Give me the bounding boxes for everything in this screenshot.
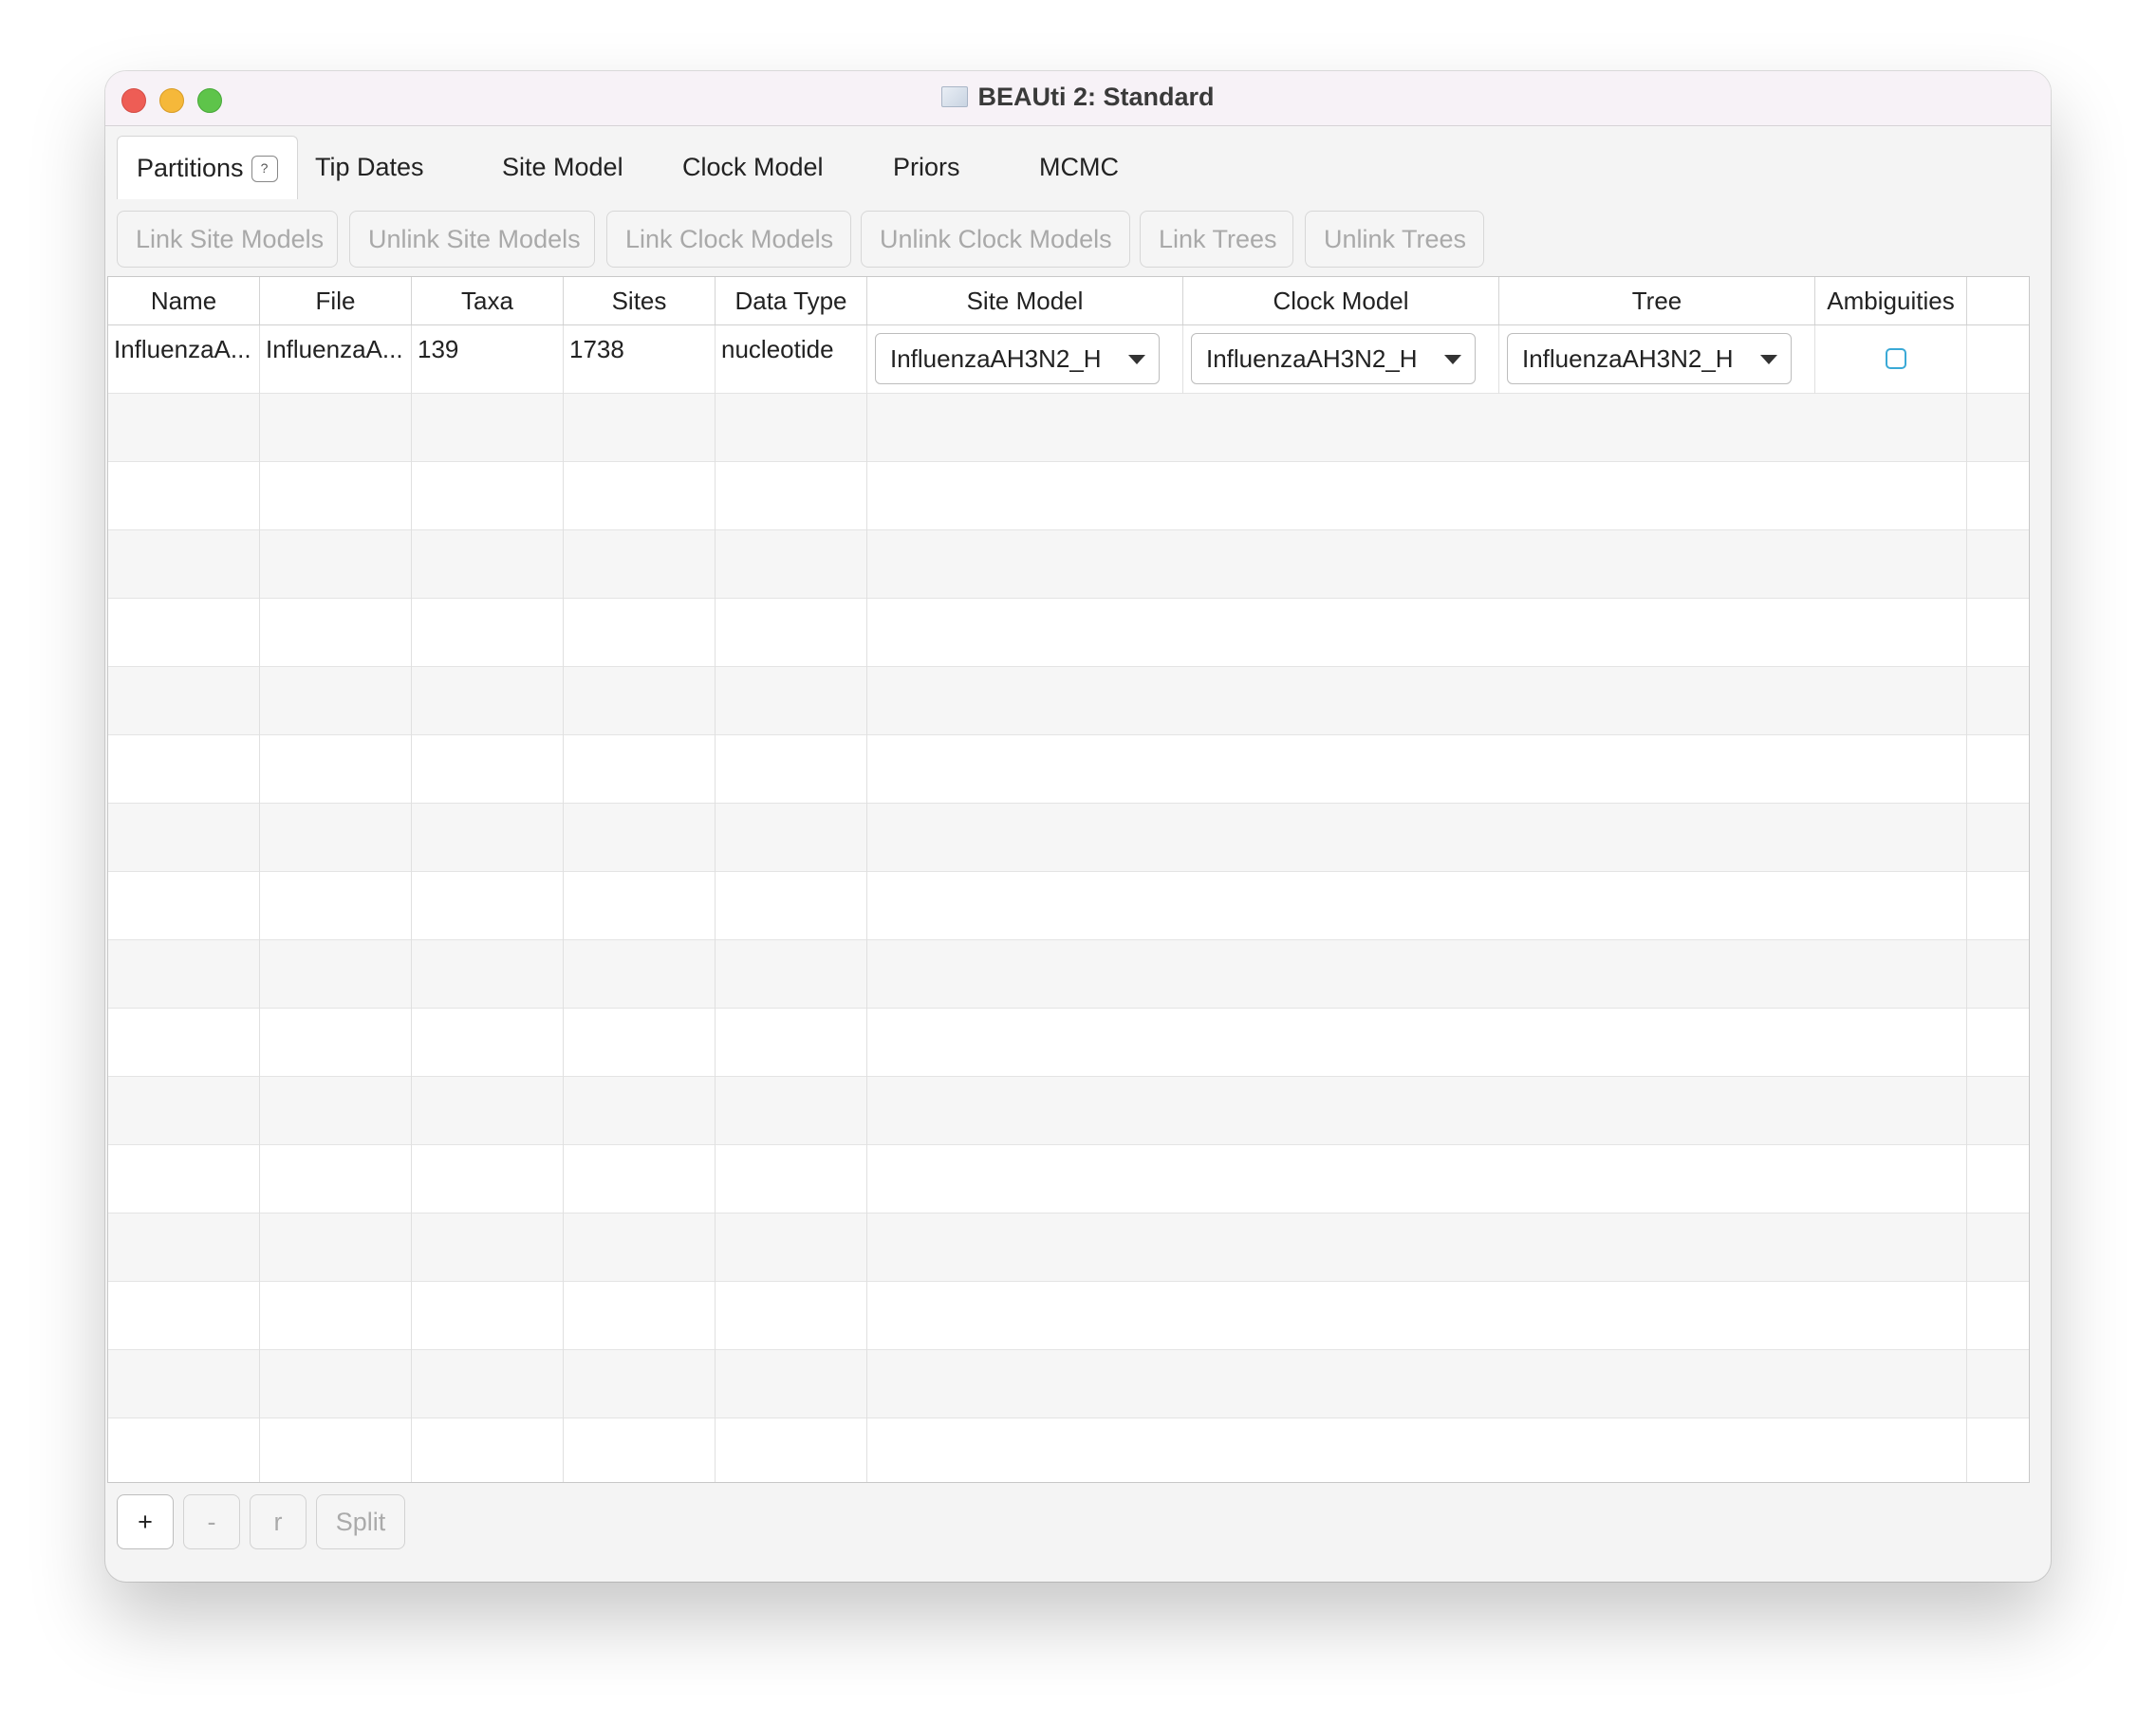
add-partition-button[interactable]: +: [117, 1494, 174, 1549]
chevron-down-icon: [1760, 355, 1777, 364]
link-site-models-button[interactable]: Link Site Models: [117, 211, 338, 268]
chevron-down-icon: [1128, 355, 1145, 364]
empty-row: [108, 462, 2029, 530]
empty-row: [108, 735, 2029, 804]
empty-row: [108, 1350, 2029, 1418]
empty-row: [108, 804, 2029, 872]
unlink-trees-button[interactable]: Unlink Trees: [1305, 211, 1484, 268]
column-divider: [1966, 324, 1967, 1482]
header-sites[interactable]: Sites: [564, 277, 716, 324]
empty-row: [108, 872, 2029, 940]
link-trees-button[interactable]: Link Trees: [1140, 211, 1293, 268]
empty-row: [108, 1418, 2029, 1482]
header-tree[interactable]: Tree: [1499, 277, 1815, 324]
empty-row: [108, 1077, 2029, 1145]
empty-row: [108, 1214, 2029, 1282]
clock-model-value: InfluenzaAH3N2_H: [1206, 344, 1418, 373]
empty-row: [108, 599, 2029, 667]
column-divider: [1814, 325, 1815, 394]
tab-partitions-label: Partitions: [137, 154, 244, 182]
chevron-down-icon: [1444, 355, 1461, 364]
empty-row: [108, 394, 2029, 462]
cell-sites[interactable]: 1738: [564, 325, 716, 394]
title-bar: BEAUti 2: Standard: [105, 71, 2051, 126]
tree-value: InfluenzaAH3N2_H: [1522, 344, 1734, 373]
empty-row: [108, 1009, 2029, 1077]
header-name[interactable]: Name: [108, 277, 260, 324]
clock-model-combo[interactable]: InfluenzaAH3N2_H: [1191, 333, 1476, 384]
header-taxa[interactable]: Taxa: [412, 277, 564, 324]
tab-priors[interactable]: Priors: [893, 136, 960, 198]
tab-tip-dates[interactable]: Tip Dates: [315, 136, 424, 198]
tab-site-model[interactable]: Site Model: [502, 136, 623, 198]
tab-clock-model[interactable]: Clock Model: [682, 136, 824, 198]
column-divider: [411, 324, 412, 1482]
header-ambiguities[interactable]: Ambiguities: [1815, 277, 1967, 324]
site-model-combo[interactable]: InfluenzaAH3N2_H: [875, 333, 1160, 384]
split-button[interactable]: Split: [316, 1494, 405, 1549]
tab-mcmc[interactable]: MCMC: [1039, 136, 1119, 198]
r-button[interactable]: r: [250, 1494, 307, 1549]
column-divider: [866, 324, 867, 1482]
column-divider: [1182, 325, 1183, 394]
header-data-type[interactable]: Data Type: [716, 277, 867, 324]
cell-data-type[interactable]: nucleotide: [716, 325, 867, 394]
header-filler: [1967, 277, 2029, 324]
table-row[interactable]: InfluenzaA... InfluenzaA... 139 1738 nuc…: [108, 325, 2029, 394]
unlink-clock-models-button[interactable]: Unlink Clock Models: [861, 211, 1130, 268]
partitions-table: InfluenzaA... InfluenzaA... 139 1738 nuc…: [107, 276, 2030, 1483]
table-header: Name File Taxa Sites Data Type Site Mode…: [108, 277, 2029, 325]
empty-row: [108, 1145, 2029, 1214]
beauti-window: BEAUti 2: Standard Partitions? Tip Dates…: [105, 71, 2051, 1582]
site-model-value: InfluenzaAH3N2_H: [890, 344, 1102, 373]
column-divider: [1498, 325, 1499, 394]
tab-partitions[interactable]: Partitions?: [117, 136, 298, 199]
column-divider: [715, 324, 716, 1482]
header-file[interactable]: File: [260, 277, 412, 324]
column-divider: [259, 324, 260, 1482]
header-clock-model[interactable]: Clock Model: [1183, 277, 1499, 324]
cell-name[interactable]: InfluenzaA...: [108, 325, 260, 394]
window-title: BEAUti 2: Standard: [105, 83, 2051, 112]
tree-combo[interactable]: InfluenzaAH3N2_H: [1507, 333, 1792, 384]
empty-row: [108, 940, 2029, 1009]
cell-file[interactable]: InfluenzaA...: [260, 325, 412, 394]
remove-partition-button[interactable]: -: [183, 1494, 240, 1549]
ambiguities-checkbox[interactable]: [1886, 348, 1906, 369]
help-icon[interactable]: ?: [251, 156, 278, 182]
unlink-site-models-button[interactable]: Unlink Site Models: [349, 211, 595, 268]
cell-taxa[interactable]: 139: [412, 325, 564, 394]
empty-row: [108, 667, 2029, 735]
header-site-model[interactable]: Site Model: [867, 277, 1183, 324]
window-title-text: BEAUti 2: Standard: [977, 83, 1215, 111]
empty-row: [108, 1282, 2029, 1350]
beauti-app-icon: [941, 86, 969, 107]
column-divider: [563, 324, 564, 1482]
link-clock-models-button[interactable]: Link Clock Models: [606, 211, 851, 268]
empty-row: [108, 530, 2029, 599]
